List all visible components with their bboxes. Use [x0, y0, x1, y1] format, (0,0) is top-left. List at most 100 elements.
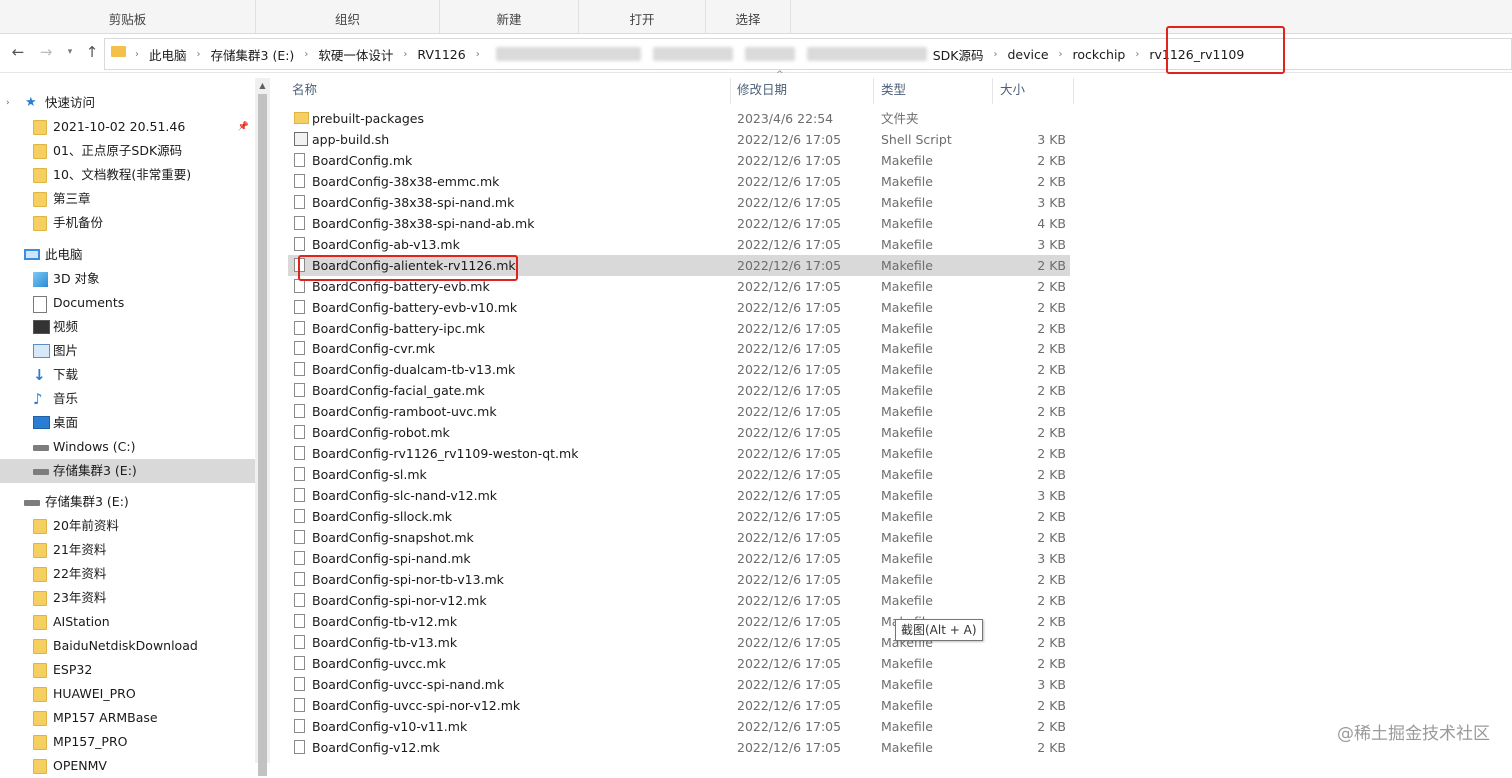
sidebar-item-quick-access[interactable]: 10、文档教程(非常重要) — [0, 163, 255, 187]
breadcrumb-item[interactable]: 此电脑 — [149, 45, 187, 64]
column-name[interactable]: 名称 — [292, 78, 317, 102]
breadcrumb-item[interactable]: RV1126 — [417, 47, 465, 62]
sidebar-item-this-pc[interactable]: Windows (C:) — [0, 435, 255, 459]
sidebar-item-folder[interactable]: 22年资料 — [0, 562, 255, 586]
sidebar-item-this-pc[interactable]: 3D 对象 — [0, 267, 255, 291]
table-row[interactable]: BoardConfig-slc-nand-v12.mk 2022/12/6 17:… — [288, 485, 1070, 506]
table-row[interactable]: BoardConfig-38x38-emmc.mk 2022/12/6 17:05… — [288, 171, 1070, 192]
table-row[interactable]: app-build.sh 2022/12/6 17:05 Shell Script 3… — [288, 129, 1070, 150]
scroll-up-icon[interactable]: ▲ — [255, 78, 270, 93]
desktop-icon — [33, 416, 50, 429]
table-row[interactable]: BoardConfig.mk 2022/12/6 17:05 Makefile 2 K… — [288, 150, 1070, 171]
sidebar-item-folder[interactable]: ESP32 — [0, 658, 255, 682]
table-row[interactable]: BoardConfig-38x38-spi-nand.mk 2022/12/6 1… — [288, 192, 1070, 213]
table-row[interactable]: BoardConfig-facial_gate.mk 2022/12/6 17:0… — [288, 380, 1070, 401]
table-row[interactable]: BoardConfig-38x38-spi-nand-ab.mk 2022/12/… — [288, 213, 1070, 234]
file-date: 2022/12/6 17:05 — [737, 676, 842, 692]
table-row[interactable]: BoardConfig-uvcc-spi-nand.mk 2022/12/6 17… — [288, 674, 1070, 695]
file-size: 2 KB — [1037, 613, 1066, 629]
sidebar-item-folder[interactable]: HUAWEI_PRO — [0, 682, 255, 706]
table-row[interactable]: BoardConfig-v10-v11.mk 2022/12/6 17:05 Mak… — [288, 716, 1070, 737]
column-divider[interactable] — [730, 78, 731, 104]
sidebar-item-folder[interactable]: BaiduNetdiskDownload — [0, 634, 255, 658]
sidebar-item-folder[interactable]: AIStation — [0, 610, 255, 634]
sidebar-item-this-pc[interactable]: Documents — [0, 291, 255, 315]
file-date: 2022/12/6 17:05 — [737, 530, 842, 545]
table-row[interactable]: BoardConfig-uvcc-spi-nor-v12.mk 2022/12/6… — [288, 695, 1070, 716]
sidebar-this-pc[interactable]: 此电脑 — [0, 243, 255, 267]
sidebar-scrollbar[interactable]: ▲ — [255, 78, 270, 776]
pin-icon[interactable]: 📌 — [238, 115, 249, 139]
table-row[interactable]: BoardConfig-battery-ipc.mk 2022/12/6 17:0… — [288, 318, 1070, 339]
column-type[interactable]: 类型 — [881, 78, 906, 102]
ribbon-group-organize[interactable]: 组织 — [256, 0, 440, 33]
file-name: BoardConfig-sl.mk — [312, 467, 427, 483]
sidebar-item-label: 视频 — [53, 319, 79, 334]
ribbon-group-select[interactable]: 选择 — [706, 0, 791, 33]
sidebar-item-quick-access[interactable]: 2021-10-02 20.51.46 📌 — [0, 115, 255, 139]
table-row[interactable]: BoardConfig-uvcc.mk 2022/12/6 17:05 Makefi… — [288, 653, 1070, 674]
table-row[interactable]: BoardConfig-battery-evb-v10.mk 2022/12/6 … — [288, 297, 1070, 318]
sidebar-item-this-pc[interactable]: ↓ 下载 — [0, 363, 255, 387]
column-divider[interactable] — [1073, 78, 1074, 104]
breadcrumb-item[interactable]: 软硬一体设计 — [318, 45, 393, 64]
sidebar-item-quick-access[interactable]: 第三章 — [0, 187, 255, 211]
table-row[interactable]: BoardConfig-spi-nor-v12.mk 2022/12/6 17:0… — [288, 590, 1070, 611]
table-row[interactable]: BoardConfig-cvr.mk 2022/12/6 17:05 Makefil… — [288, 338, 1070, 359]
file-size: 2 KB — [1037, 571, 1066, 587]
sidebar-item-this-pc[interactable]: 图片 — [0, 339, 255, 363]
sidebar-item-this-pc[interactable]: ♪ 音乐 — [0, 387, 255, 411]
sidebar-item-this-pc[interactable]: 视频 — [0, 315, 255, 339]
table-row[interactable]: BoardConfig-snapshot.mk 2022/12/6 17:05 Ma… — [288, 527, 1070, 548]
sidebar-drive-e[interactable]: 存储集群3 (E:) — [0, 490, 255, 514]
column-divider[interactable] — [992, 78, 993, 104]
sidebar-item-folder[interactable]: MP157_PRO — [0, 730, 255, 754]
breadcrumb-item[interactable]: device — [1007, 47, 1048, 62]
table-row[interactable]: BoardConfig-rv1126_rv1109-weston-qt.mk 20… — [288, 443, 1070, 464]
table-row[interactable]: BoardConfig-sllock.mk 2022/12/6 17:05 Make… — [288, 506, 1070, 527]
breadcrumb-item[interactable]: SDK源码 — [933, 45, 984, 64]
sidebar-item-quick-access[interactable]: 01、正点原子SDK源码 — [0, 139, 255, 163]
column-divider[interactable] — [873, 78, 874, 104]
ribbon-group-new[interactable]: 新建 — [440, 0, 579, 33]
table-row[interactable]: prebuilt-packages 2023/4/6 22:54 文件夹 — [288, 108, 1070, 129]
chevron-down-icon[interactable]: ▾ — [60, 42, 80, 62]
sidebar-item-folder[interactable]: MP157 ARMBase — [0, 706, 255, 730]
sidebar-item-quick-access[interactable]: 手机备份 — [0, 211, 255, 235]
ribbon-group-open[interactable]: 打开 — [579, 0, 706, 33]
breadcrumb-item[interactable]: 存储集群3 (E:) — [211, 45, 295, 64]
column-size[interactable]: 大小 — [1000, 78, 1025, 102]
ribbon-group-clipboard[interactable]: 剪贴板 — [0, 0, 256, 33]
file-date: 2023/4/6 22:54 — [737, 111, 834, 126]
address-bar[interactable]: › 此电脑 › 存储集群3 (E:) › 软硬一体设计 › RV1126 › S… — [104, 38, 1512, 70]
table-row[interactable]: BoardConfig-ramboot-uvc.mk 2022/12/6 17:0… — [288, 401, 1070, 422]
breadcrumb-item[interactable]: rockchip — [1073, 47, 1126, 62]
file-size: 4 KB — [1037, 215, 1066, 231]
table-row[interactable]: BoardConfig-spi-nor-tb-v13.mk 2022/12/6 1… — [288, 569, 1070, 590]
sidebar-item-folder[interactable]: OPENMV — [0, 754, 255, 778]
sidebar-quick-access[interactable]: › ★ 快速访问 — [0, 91, 255, 115]
forward-arrow-icon[interactable]: → — [36, 42, 56, 62]
table-row[interactable]: BoardConfig-robot.mk 2022/12/6 17:05 Makef… — [288, 422, 1070, 443]
column-date[interactable]: 修改日期 — [737, 78, 787, 102]
table-row[interactable]: BoardConfig-dualcam-tb-v13.mk 2022/12/6 1… — [288, 359, 1070, 380]
file-date: 2022/12/6 17:05 — [737, 194, 842, 210]
sidebar-item-folder[interactable]: 21年资料 — [0, 538, 255, 562]
file-size: 2 KB — [1037, 173, 1066, 189]
document-icon — [33, 296, 47, 313]
sidebar-item-this-pc[interactable]: 桌面 — [0, 411, 255, 435]
sidebar-item-folder[interactable]: 23年资料 — [0, 586, 255, 610]
table-row[interactable]: BoardConfig-spi-nand.mk 2022/12/6 17:05 Ma… — [288, 548, 1070, 569]
sidebar-item-this-pc[interactable]: 存储集群3 (E:) — [0, 459, 255, 483]
up-arrow-icon[interactable]: ↑ — [82, 42, 102, 62]
file-name: BoardConfig-slc-nand-v12.mk — [312, 488, 498, 504]
sidebar-item-folder[interactable]: 20年前资料 — [0, 514, 255, 538]
back-arrow-icon[interactable]: ← — [8, 42, 28, 62]
file-date: 2022/12/6 17:05 — [737, 718, 842, 734]
file-type: Shell Script — [881, 131, 952, 147]
table-row[interactable]: BoardConfig-v12.mk 2022/12/6 17:05 Makefil… — [288, 737, 1070, 758]
table-row[interactable]: BoardConfig-ab-v13.mk 2022/12/6 17:05 Make… — [288, 234, 1070, 255]
file-icon — [294, 215, 305, 230]
scrollbar-thumb[interactable] — [258, 94, 267, 776]
table-row[interactable]: BoardConfig-sl.mk 2022/12/6 17:05 Makefile… — [288, 464, 1070, 485]
